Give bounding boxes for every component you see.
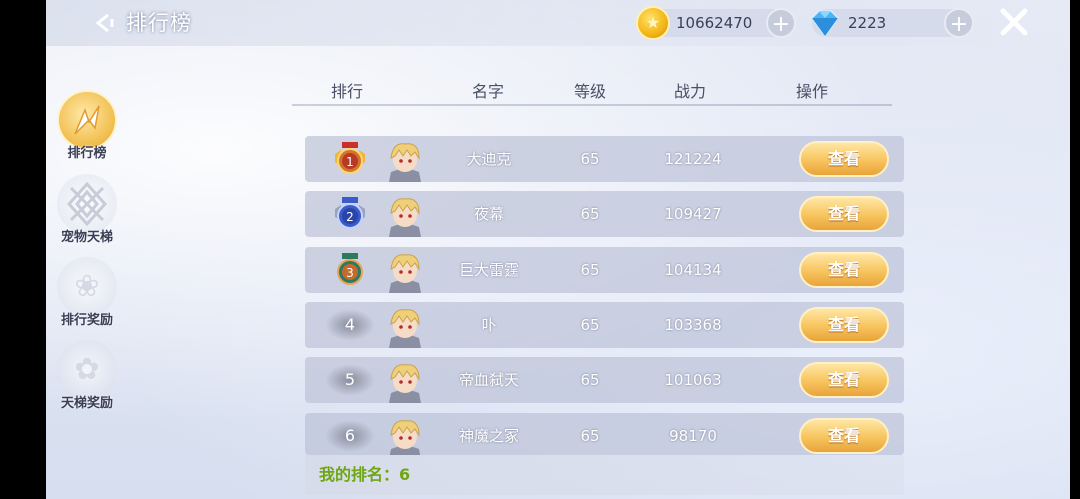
gold-coin-icon [636,6,670,40]
player-power: 103368 [664,316,722,334]
svg-text:1: 1 [346,155,354,169]
view-button[interactable]: 查看 [799,307,889,343]
pet-ladder-icon [66,181,108,227]
avatar [389,364,421,403]
avatar [389,143,421,182]
player-power: 109427 [664,205,722,223]
header-name: 名字 [471,82,504,101]
my-rank-text: 我的排名：6 [319,465,411,484]
view-button[interactable]: 查看 [799,252,889,288]
player-level: 65 [580,150,600,168]
diamond-icon [811,10,839,38]
add-gems-button[interactable]: + [944,8,974,38]
table-header: 排行 名字 等级 战力 操作 [292,72,892,106]
player-level: 65 [580,316,600,334]
player-name: 帝血弑天 [458,371,519,389]
sidebar-item-ladder-reward[interactable]: ✿ 天梯奖励 [52,340,122,420]
player-power: 104134 [664,261,722,279]
header-rank: 排行 [330,82,363,101]
table-row: 5 帝血弑天 65 101063 查看 [305,357,904,403]
header-action: 操作 [795,82,828,101]
rank-number: 5 [325,364,375,396]
page-title: 排行榜 [126,11,192,35]
player-name: 夜幕 [473,205,504,223]
close-button[interactable] [996,4,1032,40]
player-level: 65 [580,261,600,279]
player-power: 101063 [664,371,722,389]
my-rank-bar: 我的排名：6 [305,455,904,495]
rank-number: 6 [325,420,375,452]
gold-medal-icon: 1 [335,142,365,174]
table-row: 4 卟 65 103368 查看 [305,302,904,348]
svg-text:3: 3 [346,266,354,280]
gem-amount: 2223 [848,14,887,32]
flower-icon: ❀ [74,269,100,304]
gem-counter: 2223 + [811,8,974,38]
add-gold-button[interactable]: + [766,8,796,38]
screen-edge-left [0,0,46,499]
gold-amount: 10662470 [676,14,753,32]
player-level: 65 [580,205,600,223]
rank-number: 4 [325,309,375,341]
view-button[interactable]: 查看 [799,196,889,232]
view-button[interactable]: 查看 [799,141,889,177]
sidebar-item-ranking[interactable]: 排行榜 [52,90,122,170]
player-name: 神魔之冢 [458,427,519,445]
table-row: 6 神魔之冢 65 98170 查看 [305,413,904,455]
avatar [389,198,421,237]
silver-medal-icon: 2 [335,197,365,229]
table-row: 2 夜幕 65 109427 查看 [305,191,904,237]
player-name: 大迪克 [466,150,512,168]
view-button[interactable]: 查看 [799,362,889,398]
avatar [389,309,421,348]
close-icon [1000,8,1028,36]
header-power: 战力 [673,82,706,101]
back-button[interactable] [90,8,120,38]
screen-edge-right [1070,0,1080,499]
back-arrow-icon [95,13,114,33]
svg-text:2: 2 [346,210,354,224]
sidebar-item-pet-ladder[interactable]: 宠物天梯 [52,174,122,254]
player-name: 卟 [481,316,497,334]
player-level: 65 [580,427,600,445]
gold-counter: 10662470 + [636,6,796,40]
table-row: 1 大迪克 65 121224 查看 [305,136,904,182]
flower-icon: ✿ [74,352,100,387]
player-power: 98170 [669,427,717,445]
player-power: 121224 [664,150,722,168]
header-level: 等级 [573,82,606,101]
avatar [389,254,421,293]
avatar [389,420,421,455]
view-button[interactable]: 查看 [799,418,889,454]
sidebar-item-rank-reward[interactable]: ❀ 排行奖励 [52,257,122,337]
table-row: 3 巨大雷霆 65 104134 查看 [305,247,904,293]
player-level: 65 [580,371,600,389]
game-screen: 排行榜 10662470 + 2223 + 排行榜 [0,0,1080,499]
bronze-medal-icon: 3 [337,253,363,285]
player-name: 巨大雷霆 [458,261,519,279]
